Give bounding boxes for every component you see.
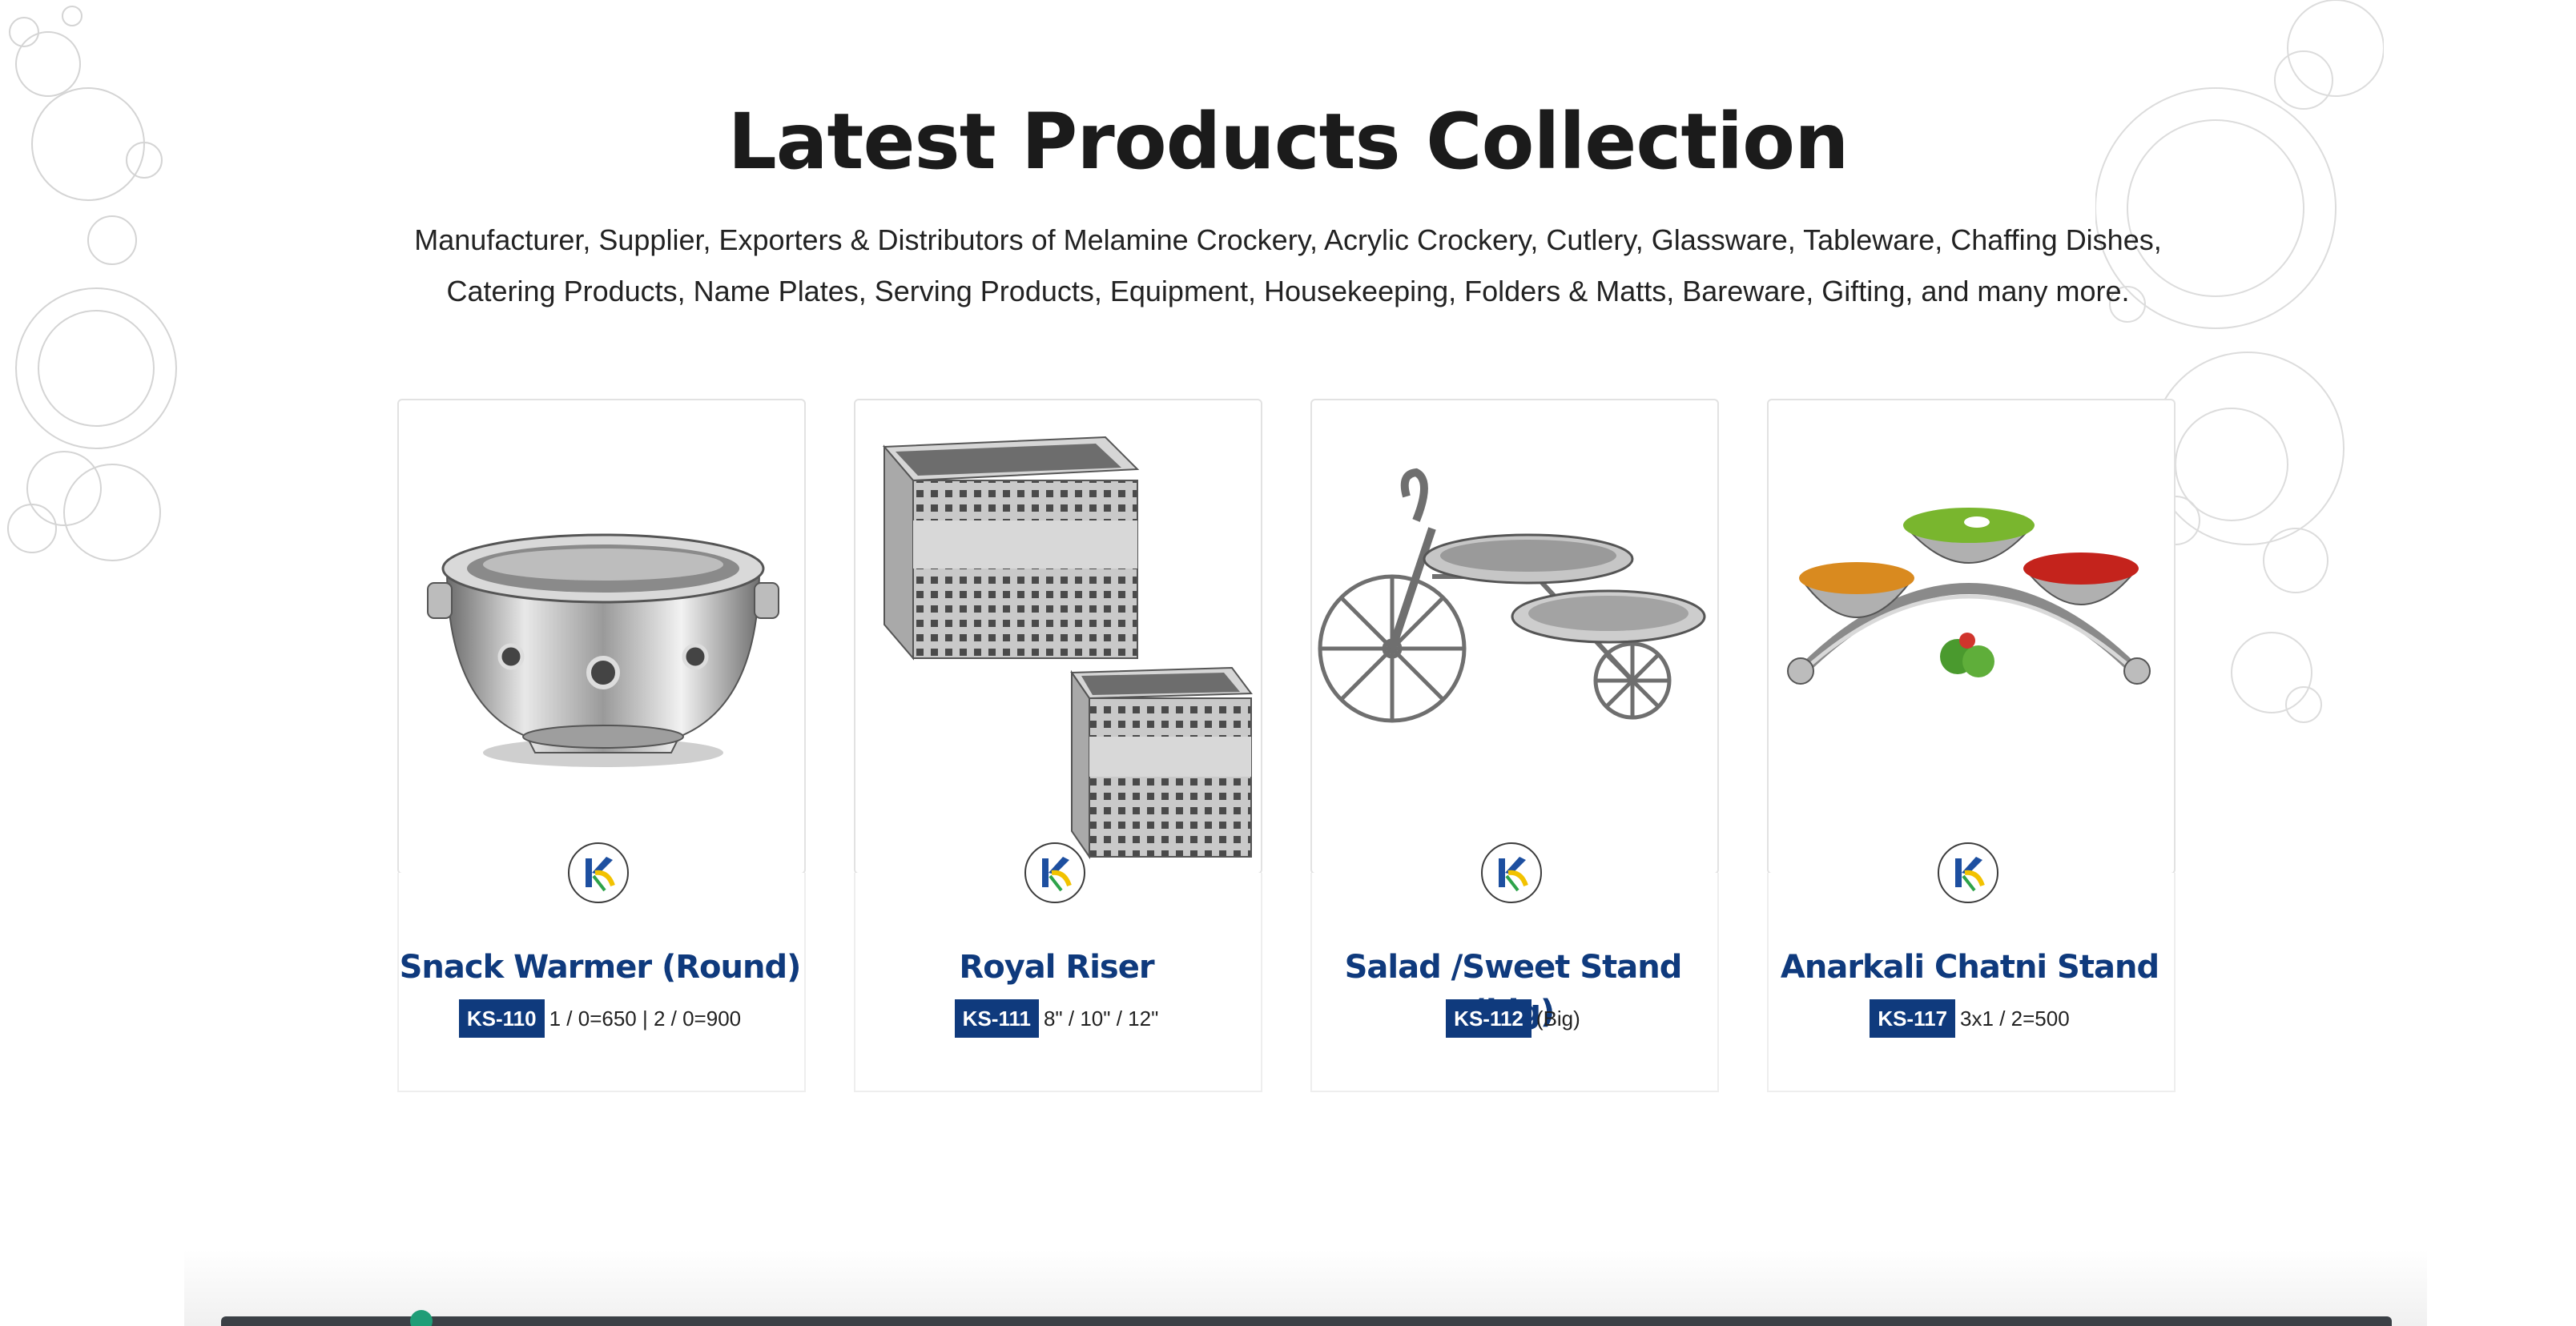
footer-shadow <box>184 1249 2427 1326</box>
product-meta: KS-110 1 / 0=650 | 2 / 0=900 <box>397 998 803 1039</box>
latest-products-section: Latest Products Collection Manufacturer,… <box>0 0 2576 1326</box>
product-detail: (Big) <box>1536 1007 1580 1031</box>
product-code-badge: KS-111 <box>954 999 1039 1039</box>
product-card[interactable]: Anarkali Chatni Stand KS-117 3x1 / 2=500 <box>1767 399 2176 1092</box>
royal-riser-icon <box>882 436 1253 860</box>
product-detail: 1 / 0=650 | 2 / 0=900 <box>549 1007 742 1031</box>
brand-k-logo-icon <box>1042 857 1072 892</box>
brand-k-logo-icon <box>1955 857 1985 892</box>
product-meta: KS-112 (Big) <box>1310 998 1716 1039</box>
product-meta: KS-117 3x1 / 2=500 <box>1767 998 2172 1039</box>
cycle-platter-stand-icon <box>1318 468 1706 723</box>
product-name[interactable]: Snack Warmer (Round) <box>397 945 803 990</box>
footer-indicator-dot <box>410 1310 433 1326</box>
product-card[interactable]: Salad /Sweet Stand (big) KS-112(Big) <box>1310 399 1719 1092</box>
product-name[interactable]: Anarkali Chatni Stand <box>1767 945 2172 990</box>
product-detail: 3x1 / 2=500 <box>1960 1007 2070 1031</box>
brand-logo-badge <box>568 842 629 903</box>
product-image[interactable] <box>1767 399 2176 874</box>
product-name[interactable]: Royal Riser <box>854 945 1259 990</box>
footer-bar <box>221 1316 2392 1326</box>
brand-logo-badge <box>1938 842 1998 903</box>
product-card[interactable]: Royal Riser KS-111 8" / 10" / 12" <box>854 399 1262 1092</box>
product-image[interactable] <box>397 399 806 874</box>
product-detail: 8" / 10" / 12" <box>1043 1007 1159 1031</box>
product-code-badge: KS-112 <box>1446 999 1532 1039</box>
brand-logo-badge <box>1481 842 1542 903</box>
product-image[interactable] <box>854 399 1262 874</box>
product-meta: KS-111 8" / 10" / 12" <box>854 998 1259 1039</box>
chatni-stand-icon <box>1787 508 2151 685</box>
product-image[interactable] <box>1310 399 1719 874</box>
section-subtitle: Manufacturer, Supplier, Exporters & Dist… <box>414 223 2162 307</box>
product-card[interactable]: Snack Warmer (Round) KS-110 1 / 0=650 | 2… <box>397 399 806 1092</box>
product-code-badge: KS-110 <box>458 999 545 1039</box>
product-code-badge: KS-117 <box>1870 999 1956 1039</box>
brand-k-logo-icon <box>586 857 615 892</box>
brand-logo-badge <box>1024 842 1085 903</box>
brand-k-logo-icon <box>1499 857 1528 892</box>
round-snack-warmer-icon <box>427 533 779 767</box>
section-title: Latest Products Collection <box>727 97 1849 187</box>
product-grid: Snack Warmer (Round) KS-110 1 / 0=650 | 2… <box>397 399 2176 1094</box>
